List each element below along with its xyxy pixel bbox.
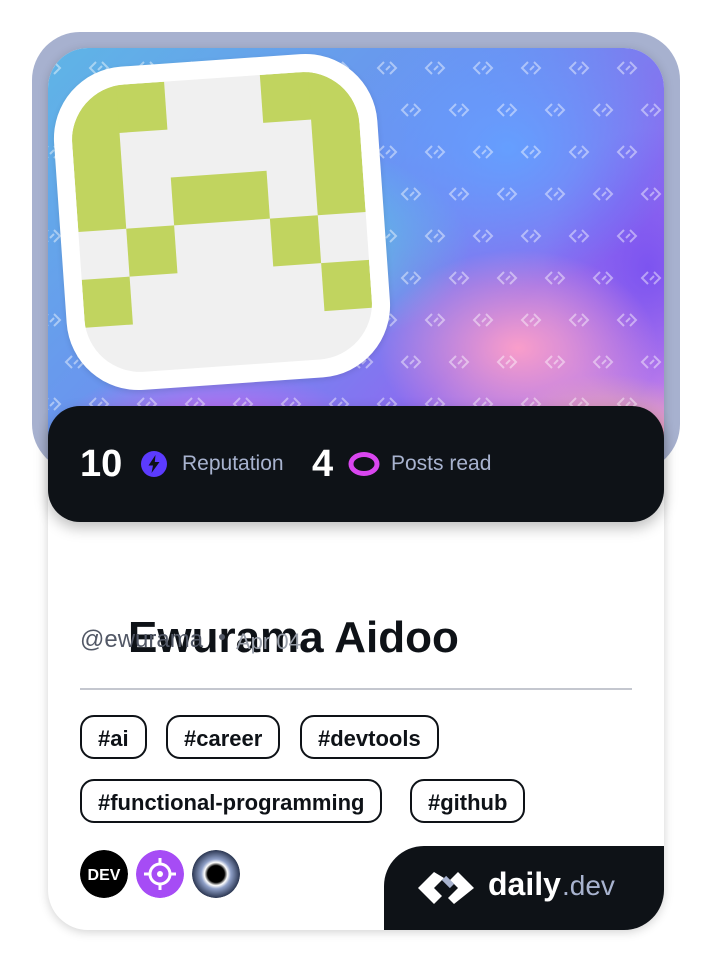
pattern-logo-icon [424, 313, 446, 327]
pattern-logo-icon [592, 103, 614, 117]
pattern-logo-icon [616, 61, 638, 75]
pattern-logo-icon [640, 187, 662, 201]
pattern-logo-icon [376, 145, 398, 159]
tag-chip[interactable]: #functional-programming [80, 779, 383, 823]
pattern-logo-icon [400, 355, 422, 369]
join-date: Apr 04 [236, 629, 301, 654]
divider [80, 688, 632, 690]
dev-logo-icon: DEV [80, 850, 128, 898]
pattern-logo-icon [616, 313, 638, 327]
pattern-logo-icon [376, 61, 398, 75]
pattern-logo-icon [568, 145, 590, 159]
source-blackhole[interactable] [192, 850, 240, 898]
lightning-icon [141, 451, 167, 477]
tag-chip[interactable]: #career [166, 715, 281, 759]
pattern-logo-icon [48, 229, 62, 243]
tag-chip[interactable]: #devtools [300, 715, 439, 759]
pattern-logo-icon [544, 187, 566, 201]
daily-dev-logo-icon [418, 872, 474, 904]
cover-image [48, 48, 664, 468]
pattern-logo-icon [616, 229, 638, 243]
pattern-logo-icon [496, 187, 518, 201]
pattern-logo-icon [640, 271, 662, 285]
pattern-logo-icon [48, 397, 62, 411]
stats-bar: 10 Reputation 4 Posts read [48, 406, 664, 522]
pattern-logo-icon [400, 187, 422, 201]
profile-handle: @ewurama [80, 626, 204, 653]
reputation-label: Reputation [182, 452, 284, 475]
identicon-icon [68, 68, 373, 328]
pattern-logo-icon [616, 145, 638, 159]
source-dev[interactable]: DEV [80, 850, 128, 898]
tag-chip[interactable]: #ai [80, 715, 147, 759]
eye-icon [348, 452, 380, 476]
pattern-logo-icon [640, 103, 662, 117]
source-crosshair[interactable] [136, 850, 184, 898]
pattern-logo-icon [472, 229, 494, 243]
crosshair-icon [136, 850, 184, 898]
pattern-logo-icon [424, 145, 446, 159]
pattern-logo-icon [472, 145, 494, 159]
pattern-logo-icon [48, 61, 62, 75]
pattern-logo-icon [544, 355, 566, 369]
pattern-logo-icon [472, 313, 494, 327]
pattern-logo-icon [424, 61, 446, 75]
pattern-logo-icon [496, 355, 518, 369]
pattern-logo-icon [520, 145, 542, 159]
pattern-logo-icon [592, 355, 614, 369]
source-dev-label: DEV [88, 867, 121, 884]
black-hole-icon [192, 850, 240, 898]
pattern-logo-icon [520, 229, 542, 243]
posts-read-value: 4 [312, 443, 334, 485]
separator-dot [219, 634, 225, 640]
pattern-logo-icon [448, 355, 470, 369]
pattern-logo-icon [592, 187, 614, 201]
pattern-logo-icon [568, 229, 590, 243]
avatar-image [68, 68, 376, 376]
pattern-logo-icon [424, 229, 446, 243]
posts-read-label: Posts read [391, 452, 492, 475]
pattern-logo-icon [496, 103, 518, 117]
pattern-logo-icon [520, 313, 542, 327]
pattern-logo-icon [520, 61, 542, 75]
daily-dev-brand: daily .dev [384, 846, 664, 930]
pattern-logo-icon [472, 61, 494, 75]
pattern-logo-icon [544, 103, 566, 117]
pattern-logo-icon [640, 355, 662, 369]
pattern-logo-icon [448, 271, 470, 285]
pattern-logo-icon [496, 271, 518, 285]
pattern-logo-icon [448, 103, 470, 117]
pattern-logo-icon [448, 187, 470, 201]
brand-word: daily [488, 866, 561, 902]
pattern-logo-icon [544, 271, 566, 285]
pattern-logo-icon [568, 61, 590, 75]
reputation-value: 10 [80, 443, 123, 485]
pattern-logo-icon [568, 313, 590, 327]
tag-chip[interactable]: #github [410, 779, 526, 823]
pattern-logo-icon [400, 271, 422, 285]
pattern-logo-icon [592, 271, 614, 285]
brand-suffix: .dev [562, 870, 615, 901]
pattern-logo-icon [400, 103, 422, 117]
pattern-logo-icon [48, 313, 62, 327]
avatar [49, 49, 395, 395]
